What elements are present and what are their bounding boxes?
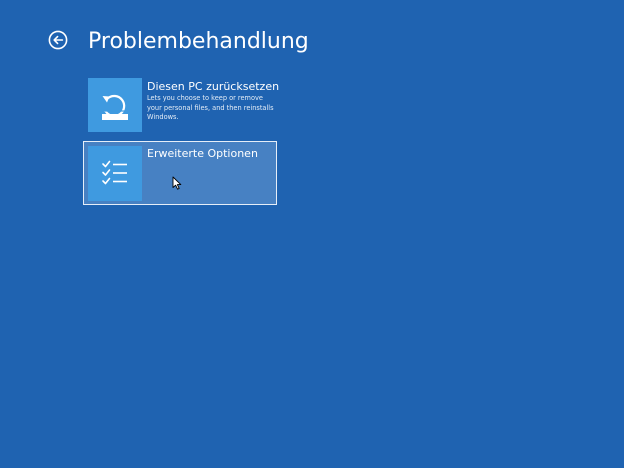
mouse-cursor-icon [172,176,182,190]
recovery-screen: Problembehandlung Diesen PC zurücksetzen… [0,0,624,468]
checklist-icon [102,160,127,185]
reset-pc-icon [102,94,128,120]
option-tile [88,78,142,132]
advanced-options-option[interactable]: Erweiterte Optionen [83,141,277,205]
option-title: Diesen PC zurücksetzen [147,80,280,93]
option-description: Lets you choose to keep or remove your p… [147,94,274,121]
back-arrow-circle-icon [48,30,68,50]
option-tile [88,146,142,201]
page-title: Problembehandlung [88,29,309,54]
option-title: Erweiterte Optionen [147,147,258,160]
reset-pc-option[interactable]: Diesen PC zurücksetzen Lets you choose t… [83,74,280,136]
back-button[interactable] [47,29,69,51]
